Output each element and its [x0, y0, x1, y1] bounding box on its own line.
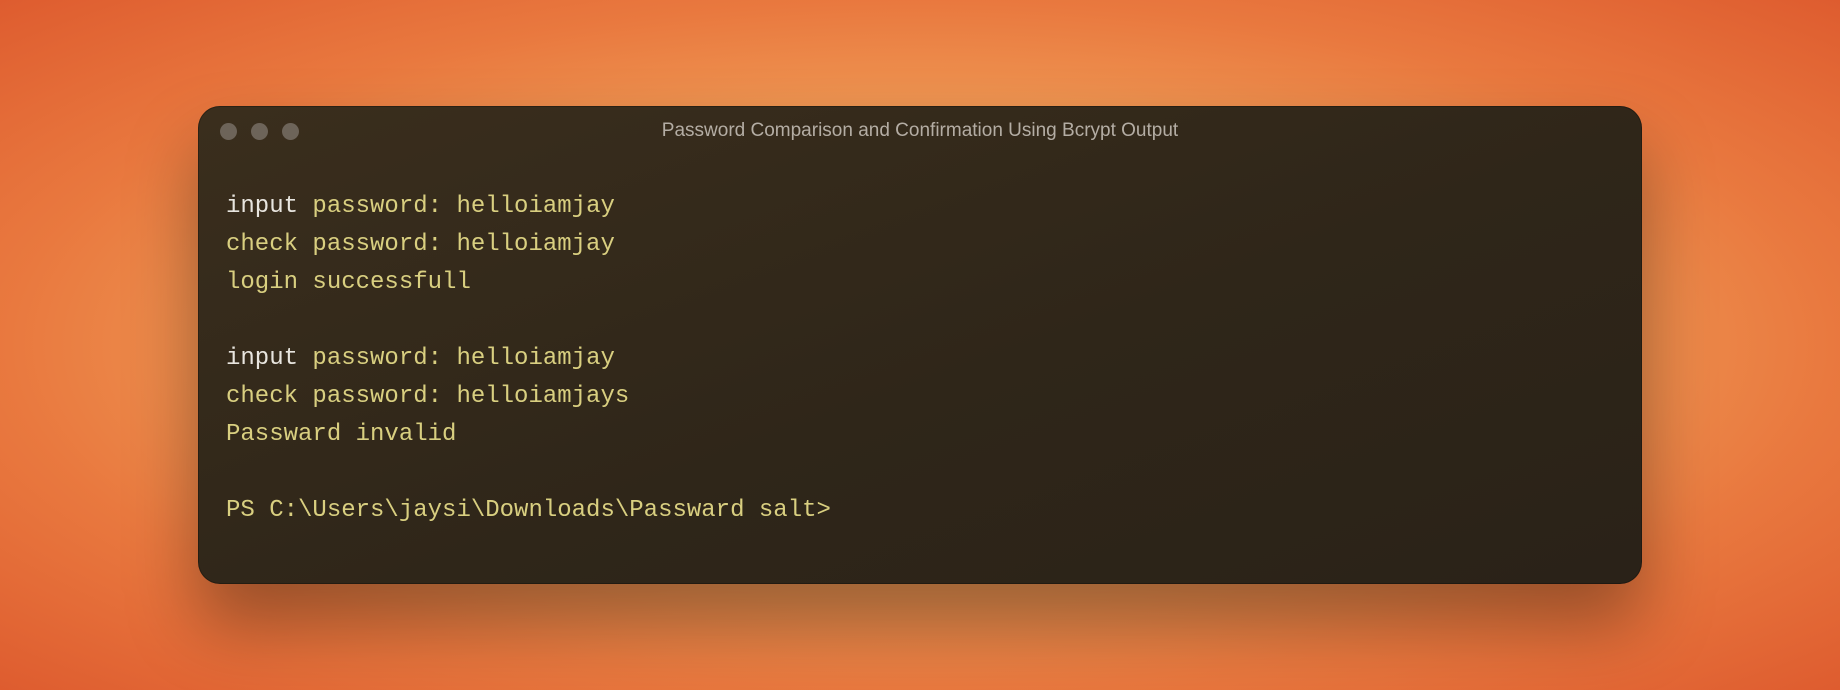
window-title: Password Comparison and Confirmation Usi… [198, 120, 1642, 142]
terminal-text: Passward invalid [226, 421, 456, 448]
blank-line [226, 454, 1614, 492]
terminal-text: check password: helloiamjay [226, 231, 615, 258]
terminal-line: PS C:\Users\jaysi\Downloads\Passward sal… [226, 492, 1614, 530]
maximize-icon[interactable] [282, 123, 299, 140]
traffic-lights [220, 123, 299, 140]
terminal-text: input [226, 345, 298, 372]
terminal-line: check password: helloiamjays [226, 378, 1614, 416]
terminal-text: input [226, 193, 298, 220]
terminal-line: input password: helloiamjay [226, 340, 1614, 378]
terminal-line: input password: helloiamjay [226, 188, 1614, 226]
terminal-text: check password: helloiamjays [226, 383, 629, 410]
terminal-line: login successfull [226, 264, 1614, 302]
minimize-icon[interactable] [251, 123, 268, 140]
titlebar: Password Comparison and Confirmation Usi… [198, 106, 1642, 156]
blank-line [226, 302, 1614, 340]
terminal-text: PS C:\Users\jaysi\Downloads\Passward sal… [226, 497, 831, 524]
terminal-text: password: helloiamjay [298, 193, 615, 220]
terminal-line: check password: helloiamjay [226, 226, 1614, 264]
terminal-window: Password Comparison and Confirmation Usi… [198, 106, 1642, 584]
terminal-text: login successfull [226, 269, 471, 296]
close-icon[interactable] [220, 123, 237, 140]
terminal-output[interactable]: input password: helloiamjay check passwor… [198, 156, 1642, 584]
terminal-text: password: helloiamjay [298, 345, 615, 372]
terminal-line: Passward invalid [226, 416, 1614, 454]
